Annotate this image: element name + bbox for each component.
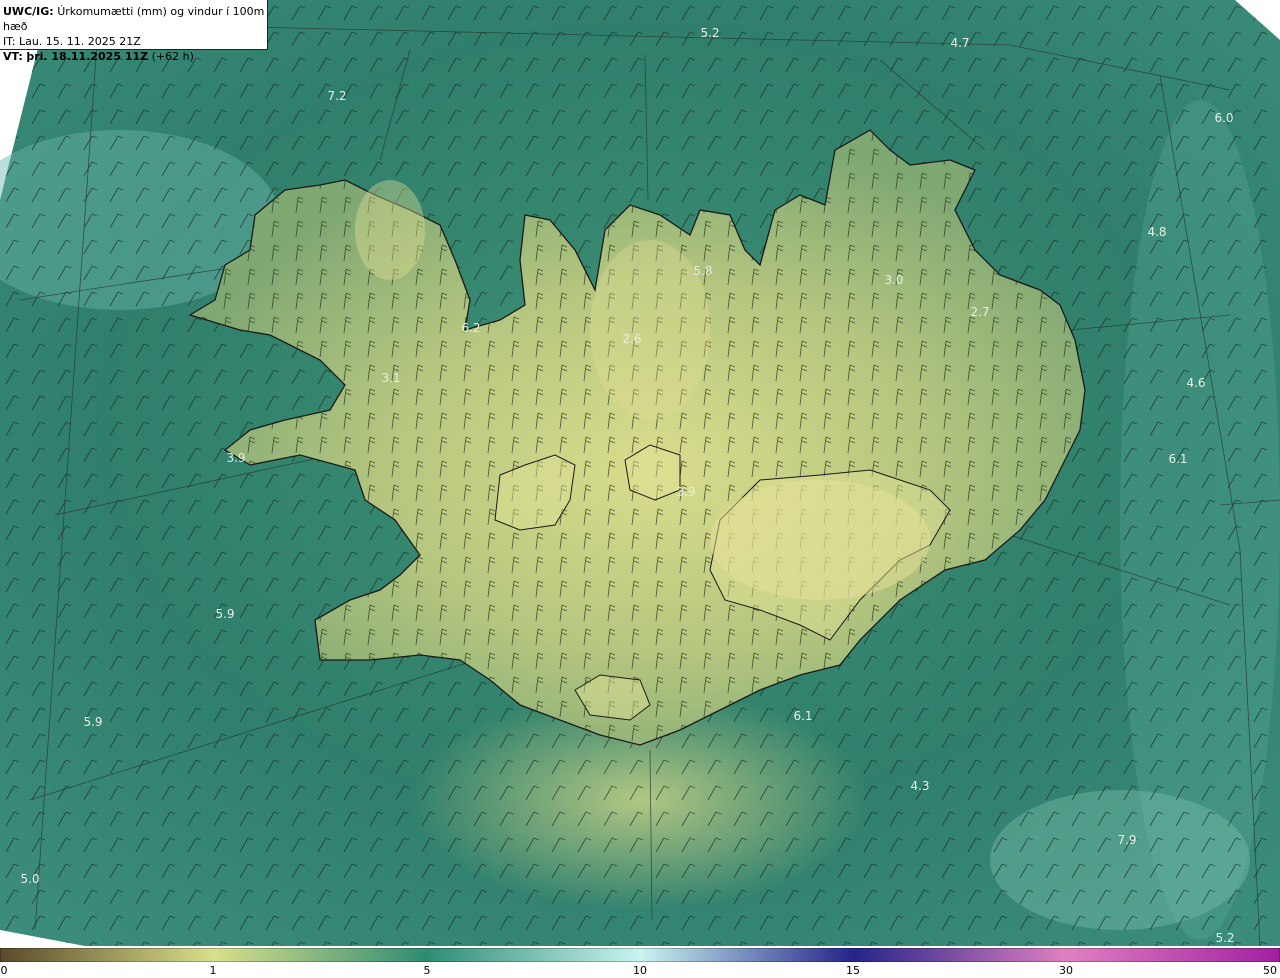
value-label: 3.1 xyxy=(381,371,401,385)
value-label: 3.9 xyxy=(676,485,696,499)
value-label: 5.2 xyxy=(1215,931,1235,945)
scale-tick: 50 xyxy=(1263,964,1277,977)
title-line: UWC/IG: Úrkomumætti (mm) og vindur í 100… xyxy=(3,4,267,34)
scale-tick: 10 xyxy=(633,964,647,977)
value-label: 6.2 xyxy=(461,321,481,335)
valid-prefix: VT: xyxy=(3,50,23,63)
value-label: 5.8 xyxy=(693,264,713,278)
scale-tick: 5 xyxy=(423,964,431,977)
value-label: 4.8 xyxy=(1147,225,1167,239)
value-label: 3.9 xyxy=(226,451,246,465)
scale-tick: 0 xyxy=(0,964,8,977)
value-label: 5.9 xyxy=(215,607,235,621)
value-label: 4.7 xyxy=(950,36,970,50)
value-label: 3.0 xyxy=(884,273,904,287)
land-max-south xyxy=(710,480,930,600)
value-label: 6.1 xyxy=(793,709,813,723)
value-label: 6.1 xyxy=(1168,452,1188,466)
value-label: 5.0 xyxy=(20,872,40,886)
value-label: 7.2 xyxy=(327,89,347,103)
value-label: 4.6 xyxy=(1186,376,1206,390)
lead-time: (+62 h) xyxy=(151,50,194,63)
value-label: 5.9 xyxy=(83,715,103,729)
westfjords-max xyxy=(355,180,425,280)
initial-time: IT: Lau. 15. 11. 2025 21Z xyxy=(3,35,141,48)
value-label: 7.9 xyxy=(1117,833,1137,847)
valid-time-line: VT: þri. 18.11.2025 11Z (+62 h) xyxy=(3,49,267,64)
value-label: 2.6 xyxy=(622,332,642,346)
value-label: 2.7 xyxy=(970,305,990,319)
map-header: UWC/IG: Úrkomumætti (mm) og vindur í 100… xyxy=(0,0,268,63)
value-label: 4.3 xyxy=(910,779,930,793)
land-max-north xyxy=(590,240,710,420)
value-label: 5.2 xyxy=(700,26,720,40)
scale-tick: 30 xyxy=(1059,964,1073,977)
scale-tick: 15 xyxy=(846,964,860,977)
color-scale: 0 1 5 10 15 30 50 xyxy=(0,946,1280,978)
value-label: 6.0 xyxy=(1214,111,1234,125)
product-code: UWC/IG: xyxy=(3,5,54,18)
valid-time: þri. 18.11.2025 11Z xyxy=(26,50,149,63)
precipitation-map xyxy=(0,0,1280,946)
scale-tick: 1 xyxy=(209,964,217,977)
color-scale-bar xyxy=(0,948,1280,962)
